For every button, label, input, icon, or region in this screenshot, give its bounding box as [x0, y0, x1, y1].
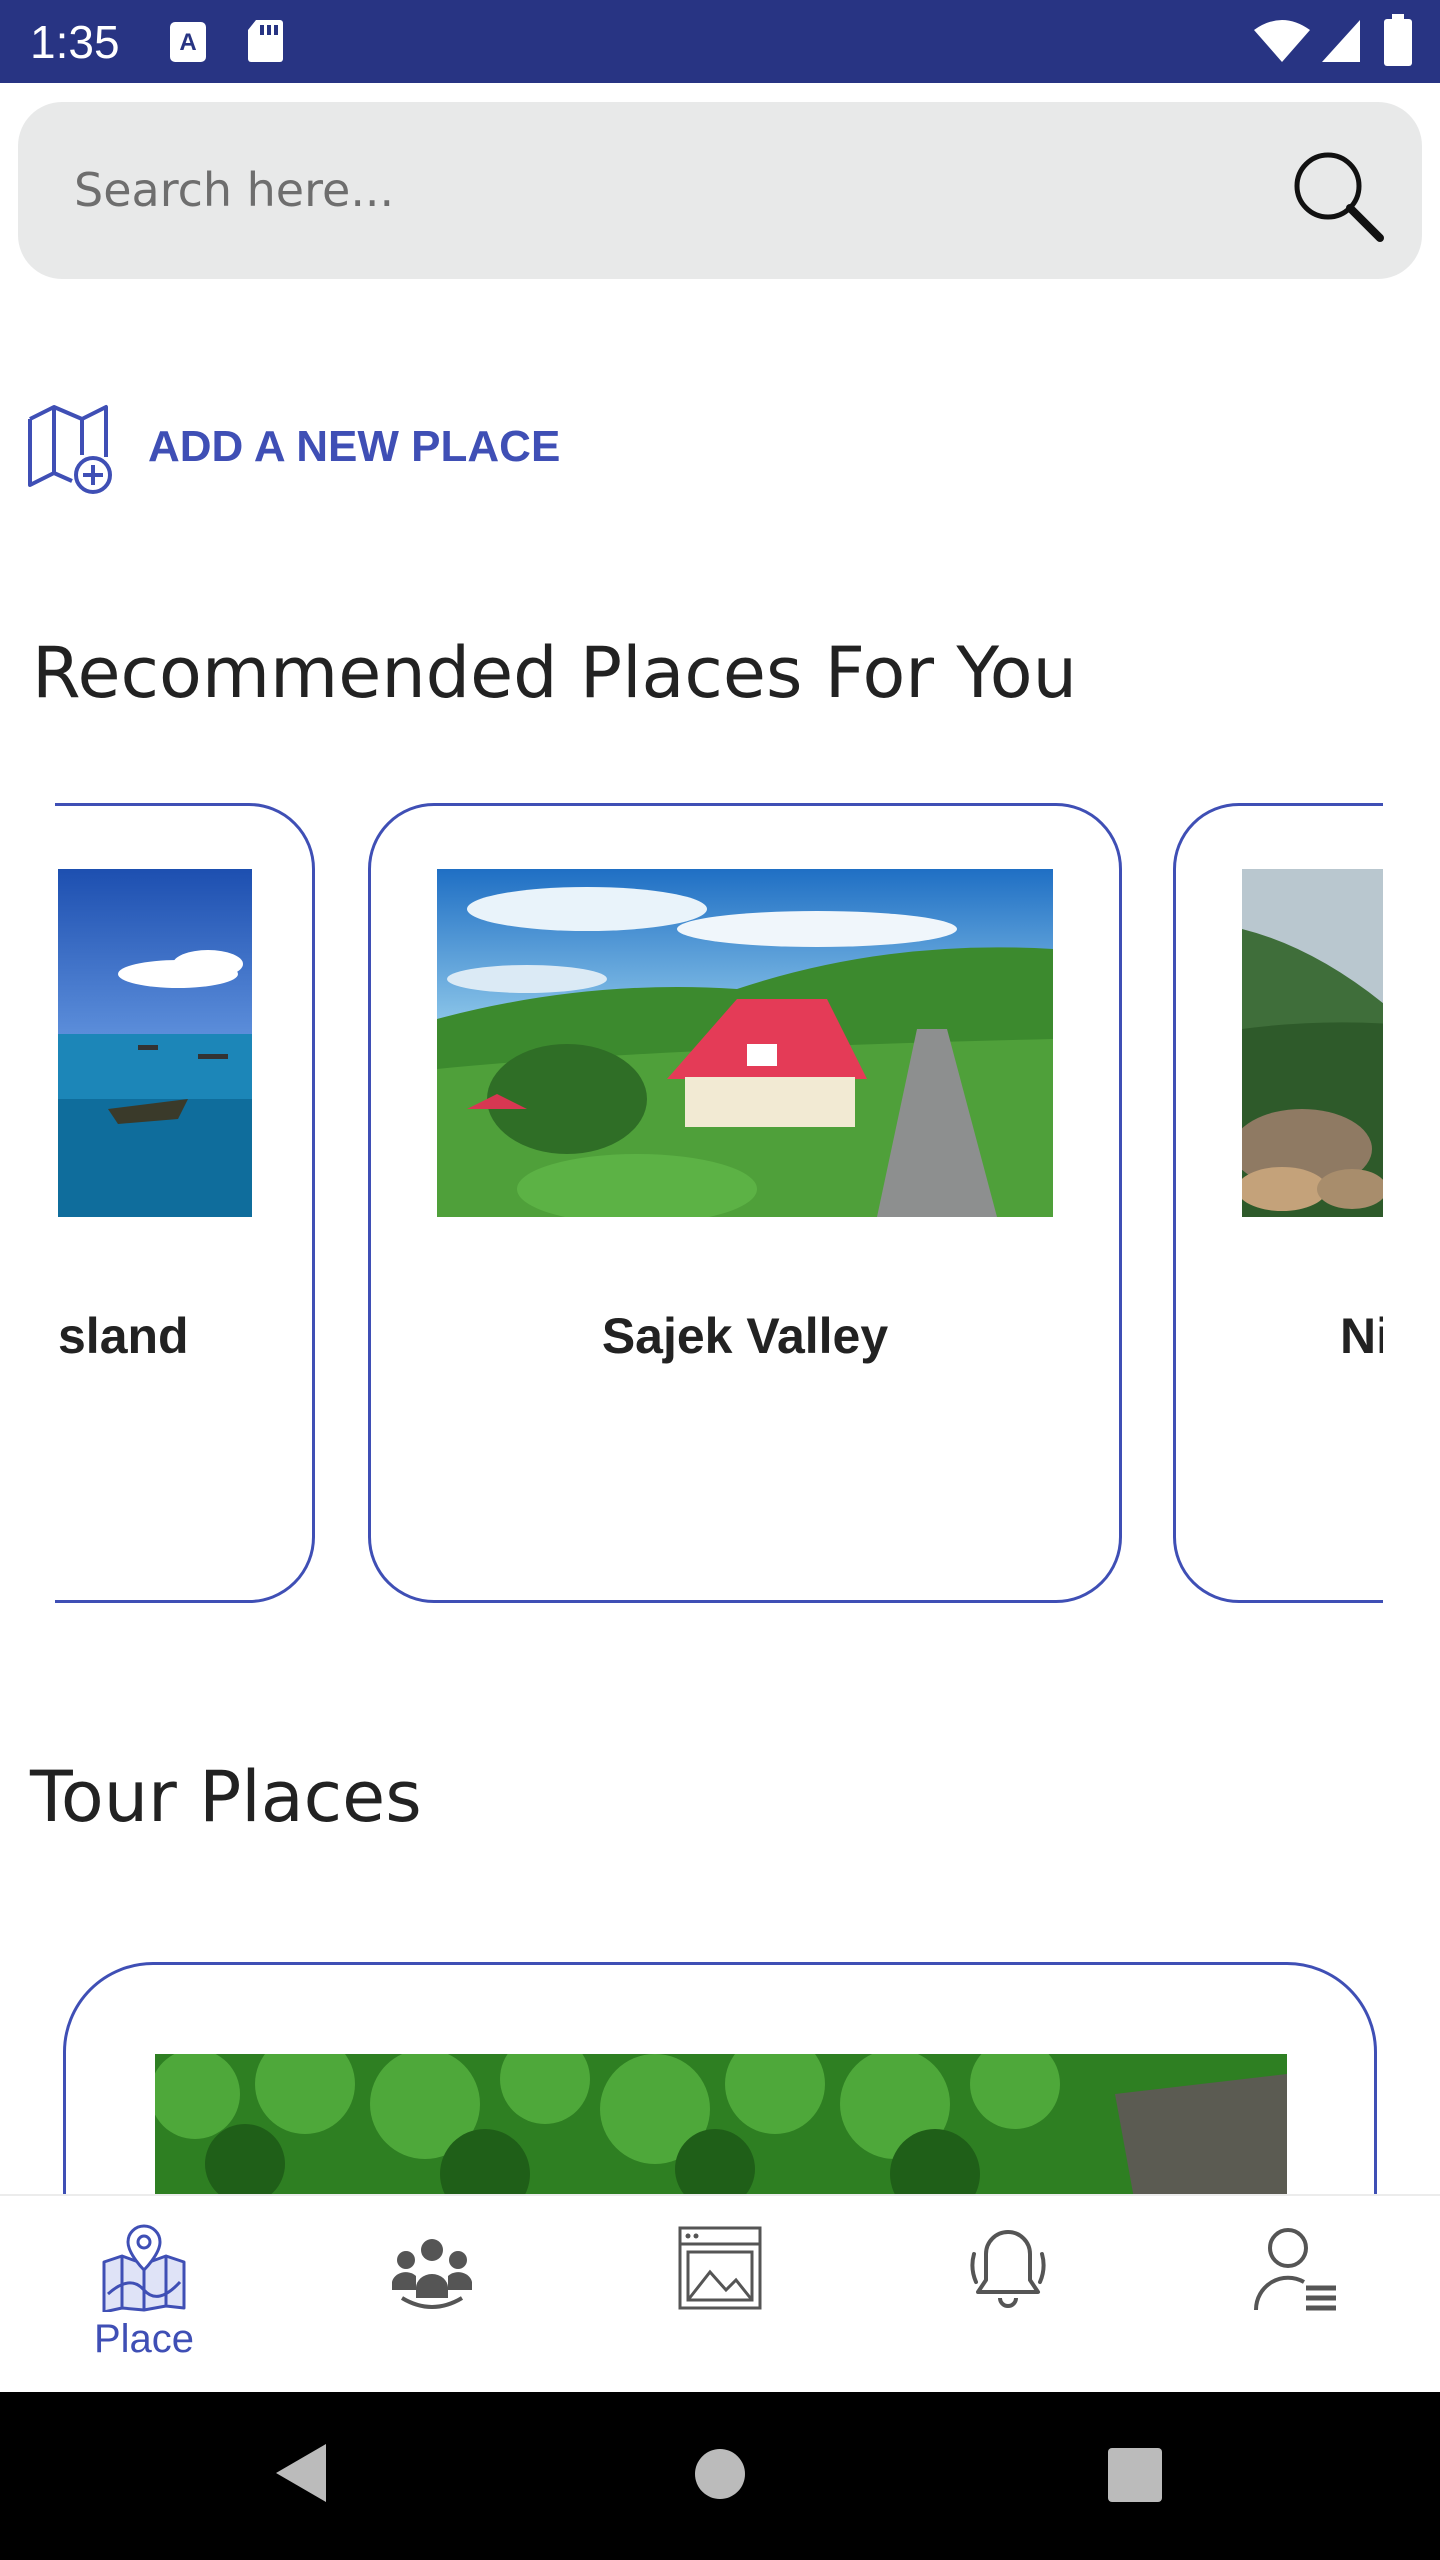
font-notification-icon: A [170, 22, 206, 62]
place-image [437, 869, 1053, 1217]
wifi-icon [1254, 20, 1310, 62]
tour-places-title: Tour Places [30, 1756, 422, 1838]
search-bar[interactable] [18, 102, 1422, 279]
recents-icon[interactable] [1108, 2448, 1162, 2502]
home-icon[interactable] [694, 2448, 746, 2500]
status-time: 1:35 [30, 16, 120, 68]
system-navigation-bar [0, 2392, 1440, 2560]
nav-gallery[interactable] [576, 2196, 864, 2394]
status-bar: 1:35 A [0, 0, 1440, 83]
place-image [1242, 869, 1383, 1217]
svg-text:A: A [179, 29, 196, 56]
bell-icon [970, 2230, 1046, 2308]
place-card[interactable]: Ni [1173, 803, 1383, 1603]
place-name: sland [58, 1308, 189, 1364]
nav-groups[interactable] [288, 2196, 576, 2394]
sd-card-icon [248, 20, 283, 62]
add-new-place-button[interactable]: ADD A NEW PLACE [22, 395, 582, 500]
place-image [58, 869, 252, 1217]
map-pin-icon [102, 2224, 186, 2312]
nav-notifications[interactable] [864, 2196, 1152, 2394]
nav-profile[interactable] [1152, 2196, 1440, 2394]
cellular-signal-icon [1322, 20, 1360, 62]
profile-icon [1253, 2228, 1336, 2311]
place-name: Ni [1340, 1308, 1383, 1364]
bottom-navigation: Place [0, 2194, 1440, 2394]
back-icon[interactable] [270, 2440, 330, 2506]
search-icon[interactable] [1288, 146, 1388, 246]
recommended-carousel[interactable]: sland Sajek Valley Ni [55, 795, 1383, 1615]
add-new-place-label: ADD A NEW PLACE [148, 422, 561, 471]
place-card[interactable]: sland [55, 803, 315, 1603]
nav-place-label: Place [93, 2317, 195, 2361]
group-icon [392, 2239, 472, 2309]
nav-place[interactable]: Place [0, 2196, 288, 2394]
map-add-icon [28, 405, 112, 494]
gallery-icon [678, 2226, 762, 2310]
search-input[interactable] [74, 142, 1174, 238]
battery-icon [1384, 14, 1412, 66]
place-name: Sajek Valley [601, 1308, 889, 1364]
recommended-title: Recommended Places For You [32, 632, 1077, 714]
place-card[interactable]: Sajek Valley [368, 803, 1122, 1603]
